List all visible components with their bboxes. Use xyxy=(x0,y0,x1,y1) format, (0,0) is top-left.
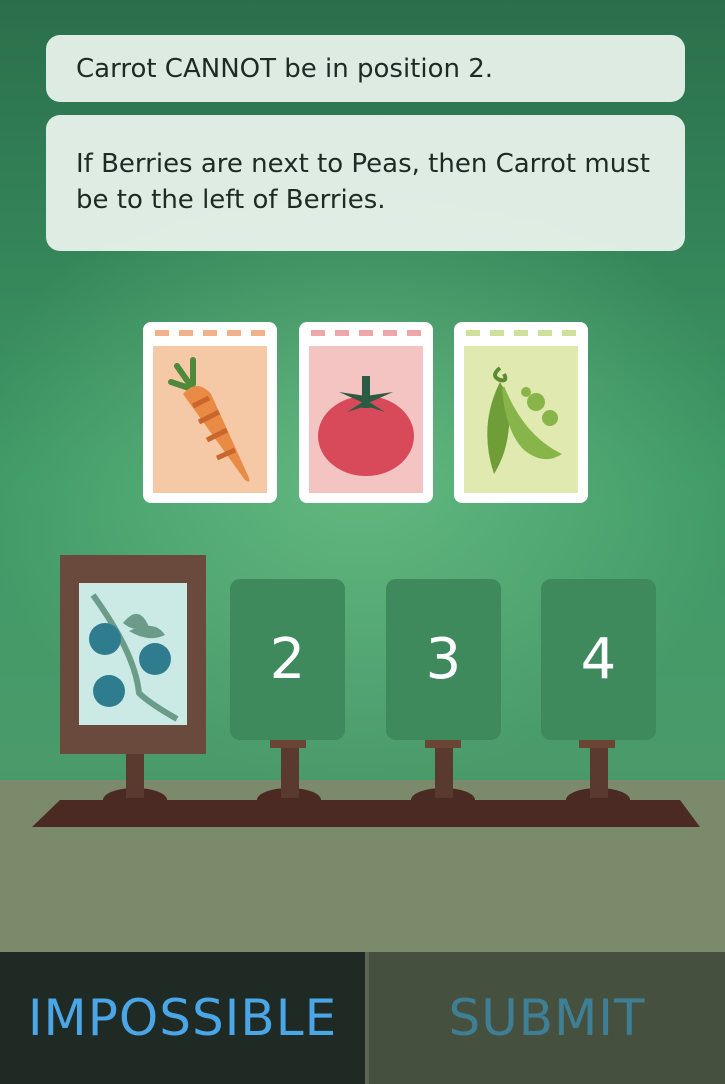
seed-packet-tomato[interactable] xyxy=(299,322,433,503)
position-3-number: 3 xyxy=(425,627,462,692)
pea-pod-icon xyxy=(487,366,562,474)
position-4-number: 4 xyxy=(580,627,617,692)
packet-dashes xyxy=(311,330,421,336)
position-4-slot[interactable]: 4 xyxy=(541,579,656,740)
packet-art xyxy=(309,346,423,493)
clue-card-1: Carrot CANNOT be in position 2. xyxy=(46,35,685,102)
submit-label: SUBMIT xyxy=(448,989,646,1047)
clue-text-1: Carrot CANNOT be in position 2. xyxy=(76,54,494,84)
blueberry-icon xyxy=(89,593,179,722)
packet-art xyxy=(153,346,267,493)
position-3-slot[interactable]: 3 xyxy=(386,579,501,740)
position-2-number: 2 xyxy=(269,627,306,692)
position-1-sign[interactable] xyxy=(60,555,206,754)
seed-packet-carrot[interactable] xyxy=(143,322,277,503)
clue-card-2: If Berries are next to Peas, then Carrot… xyxy=(46,115,685,251)
blueberry-card xyxy=(79,583,187,725)
carrot-icon xyxy=(168,357,250,482)
packet-dashes xyxy=(155,330,265,336)
packet-dashes xyxy=(466,330,576,336)
impossible-label: IMPOSSIBLE xyxy=(27,989,338,1047)
submit-button[interactable]: SUBMIT xyxy=(369,952,725,1084)
tomato-icon xyxy=(318,376,414,476)
seed-packet-peas[interactable] xyxy=(454,322,588,503)
clue-text-2: If Berries are next to Peas, then Carrot… xyxy=(76,149,650,215)
position-2-slot[interactable]: 2 xyxy=(230,579,345,740)
packet-art xyxy=(464,346,578,493)
impossible-button[interactable]: IMPOSSIBLE xyxy=(0,952,365,1084)
